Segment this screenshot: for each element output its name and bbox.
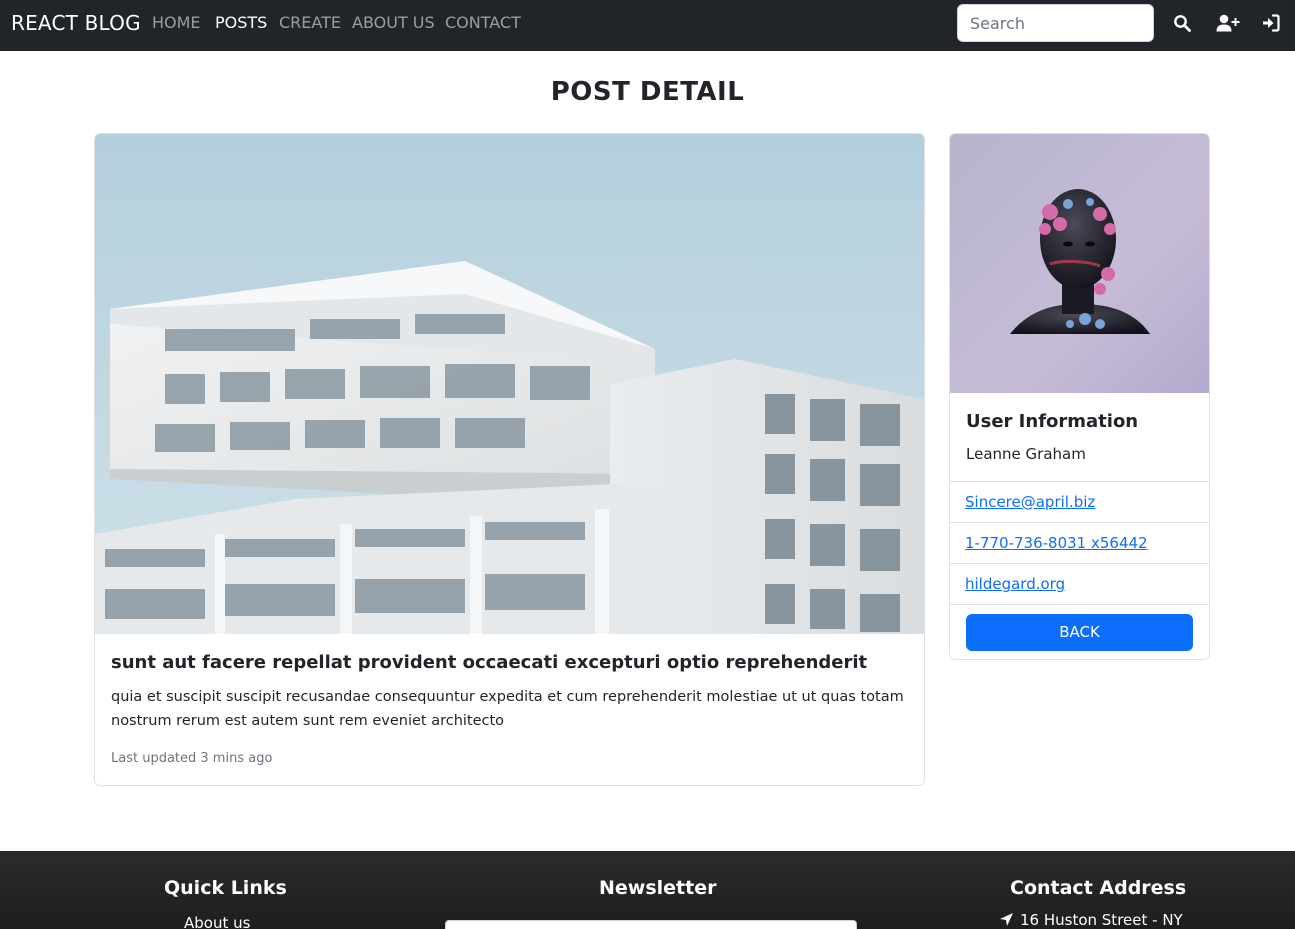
user-plus-icon[interactable] <box>1216 14 1240 32</box>
search-icon[interactable] <box>1173 14 1193 32</box>
newsletter-heading: Newsletter <box>599 877 717 899</box>
quick-links-heading: Quick Links <box>164 877 287 899</box>
footer-link-about-us[interactable]: About us <box>184 913 250 929</box>
post-image <box>95 134 924 634</box>
user-name: Leanne Graham <box>966 445 1086 463</box>
user-phone-item: 1-770-736-8031 x56442 <box>950 522 1209 563</box>
post-body: quia et suscipit suscipit recusandae con… <box>111 689 904 729</box>
contact-address-heading: Contact Address <box>1010 877 1187 899</box>
user-phone-link[interactable]: 1-770-736-8031 x56442 <box>965 534 1148 552</box>
brand-logo[interactable]: REACT BLOG <box>11 11 141 35</box>
sign-in-icon[interactable] <box>1262 14 1282 32</box>
nav-link-contact[interactable]: CONTACT <box>445 13 521 33</box>
user-website-item: hildegard.org <box>950 563 1209 604</box>
divider <box>950 604 1209 605</box>
footer: Quick Links About us Newsletter Contact … <box>0 851 1295 929</box>
page-title: POST DETAIL <box>550 77 745 107</box>
navbar: REACT BLOG HOME POSTS CREATE ABOUT US CO… <box>0 0 1295 51</box>
user-website-link[interactable]: hildegard.org <box>965 575 1065 593</box>
search-input[interactable] <box>957 4 1154 42</box>
last-updated-text: Last updated 3 mins ago <box>111 751 273 766</box>
nav-link-home[interactable]: HOME <box>152 13 201 33</box>
nav-link-create[interactable]: CREATE <box>279 13 341 33</box>
post-title: sunt aut facere repellat provident occae… <box>111 652 868 673</box>
user-email-link[interactable]: Sincere@april.biz <box>965 493 1095 511</box>
nav-link-posts[interactable]: POSTS <box>215 13 267 33</box>
nav-link-about-us[interactable]: ABOUT US <box>352 13 435 33</box>
post-card: sunt aut facere repellat provident occae… <box>94 133 925 786</box>
user-avatar-image <box>950 134 1209 393</box>
location-arrow-icon <box>1000 913 1013 926</box>
user-info-heading: User Information <box>966 411 1139 432</box>
address-line: 16 Huston Street - NY <box>999 910 1183 929</box>
user-email-item: Sincere@april.biz <box>950 481 1209 522</box>
user-card: User Information Leanne Graham Sincere@a… <box>949 133 1210 660</box>
back-button[interactable]: BACK <box>966 614 1193 651</box>
address-text: 16 Huston Street - NY <box>1020 911 1183 929</box>
newsletter-email-input[interactable] <box>445 920 857 929</box>
